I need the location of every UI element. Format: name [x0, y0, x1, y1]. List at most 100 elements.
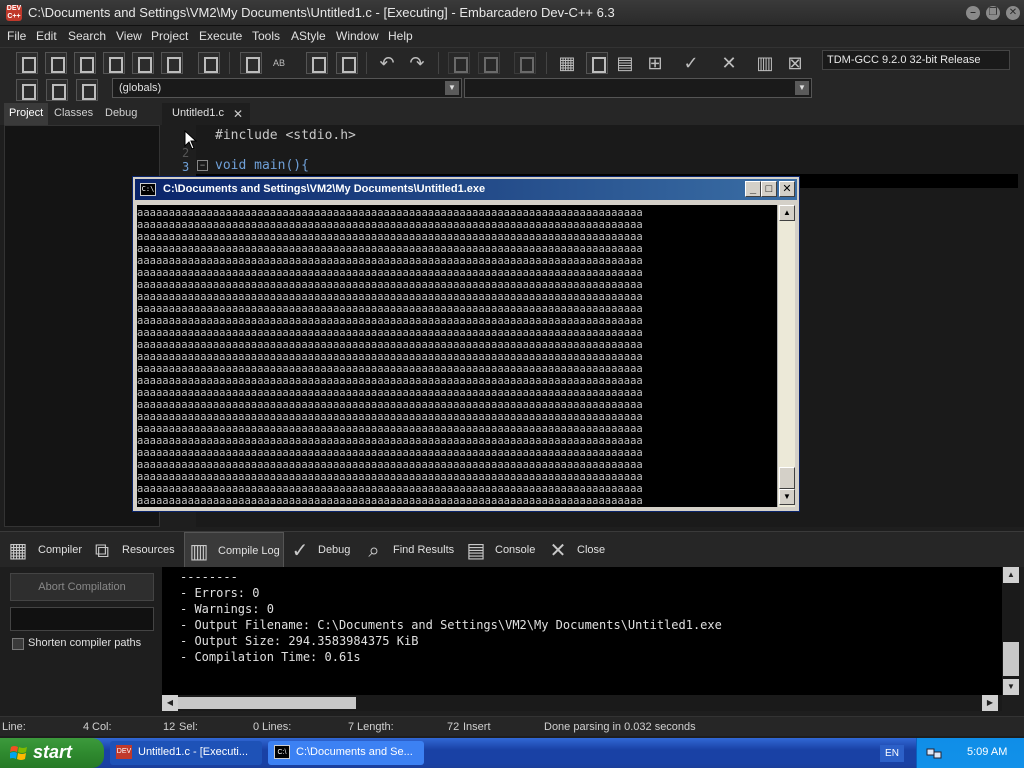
profile-icon[interactable]: ▥: [754, 52, 776, 74]
menu-view[interactable]: View: [116, 29, 142, 43]
scope-combo[interactable]: (globals) ▼: [112, 78, 462, 98]
tab-console[interactable]: ▤ Console: [462, 532, 540, 568]
menu-project[interactable]: Project: [151, 29, 188, 43]
redo-icon[interactable]: ↷: [406, 52, 428, 74]
grid-icon: ▦: [8, 540, 28, 562]
close-icon: ✕: [549, 540, 567, 562]
save-all-icon[interactable]: [103, 52, 125, 74]
taskbar-item-label: C:\Documents and Se...: [296, 746, 413, 758]
log-line: - Errors: 0: [180, 586, 260, 600]
fold-collapse-icon[interactable]: −: [197, 160, 208, 171]
tab-close-icon[interactable]: ✕: [233, 107, 243, 121]
taskbar-item-console[interactable]: C:\ C:\Documents and Se...: [268, 741, 424, 765]
status-col-value: 12: [163, 721, 176, 733]
replace-icon[interactable]: AB: [268, 52, 290, 74]
indent-icon[interactable]: [336, 52, 358, 74]
indent-left-icon[interactable]: [448, 52, 470, 74]
log-line: - Output Size: 294.3583984375 KiB: [180, 634, 419, 648]
tab-close-panel-label: Close: [577, 544, 606, 556]
network-icon[interactable]: [926, 746, 942, 760]
tab-debug[interactable]: Debug: [105, 107, 137, 119]
menu-window[interactable]: Window: [336, 29, 379, 43]
log-vertical-thumb[interactable]: [1003, 642, 1019, 676]
compile-icon[interactable]: ▦: [556, 52, 578, 74]
scope-combo-value: (globals): [119, 82, 162, 94]
close-all-icon[interactable]: [161, 52, 183, 74]
tab-compiler[interactable]: ▦ Compiler: [4, 532, 84, 568]
tab-project[interactable]: Project: [4, 103, 49, 125]
console-scroll-thumb[interactable]: [779, 467, 795, 489]
chevron-down-icon[interactable]: ▼: [445, 81, 459, 95]
console-output[interactable]: aaaaaaaaaaaaaaaaaaaaaaaaaaaaaaaaaaaaaaaa…: [137, 205, 777, 507]
start-label[interactable]: start: [33, 742, 72, 763]
log-horizontal-thumb[interactable]: [178, 697, 356, 709]
compile-log[interactable]: -------- - Errors: 0 - Warnings: 0 - Output…: [162, 567, 1002, 695]
console-scrollbar[interactable]: ▲ ▼: [777, 205, 795, 507]
chevron-down-icon[interactable]: ▼: [795, 81, 809, 95]
comment-icon[interactable]: [514, 52, 536, 74]
devcpp-app-icon[interactable]: DEV C++: [6, 5, 22, 21]
menu-search[interactable]: Search: [68, 29, 106, 43]
run-icon[interactable]: [586, 52, 608, 74]
restore-icon[interactable]: ❐: [986, 6, 1000, 20]
editor-tab-bar: [166, 103, 1024, 125]
menu-tools[interactable]: Tools: [252, 29, 280, 43]
function-combo[interactable]: ▼: [464, 78, 812, 98]
shorten-paths-label[interactable]: Shorten compiler paths: [28, 637, 141, 649]
bottom-panel-tabs: ▦ Compiler ⧉ Resources ▥ Compile Log ✓ D…: [0, 531, 1024, 568]
stop-execution-icon[interactable]: ✕: [718, 52, 740, 74]
save-icon[interactable]: [74, 52, 96, 74]
undo-icon[interactable]: ↶: [376, 52, 398, 74]
open-file-icon[interactable]: [45, 52, 67, 74]
menu-edit[interactable]: Edit: [36, 29, 57, 43]
tab-compile-log[interactable]: ▥ Compile Log: [184, 532, 284, 568]
language-indicator[interactable]: EN: [880, 745, 904, 762]
compiler-select[interactable]: TDM-GCC 9.2.0 32-bit Release: [822, 50, 1010, 70]
taskbar-item-devcpp[interactable]: DEV Untitled1.c - [Executi...: [110, 741, 262, 765]
menu-help[interactable]: Help: [388, 29, 413, 43]
scroll-down-icon[interactable]: ▼: [1003, 679, 1019, 695]
scroll-up-icon[interactable]: ▲: [779, 205, 795, 221]
close-file-icon[interactable]: [132, 52, 154, 74]
scroll-up-icon[interactable]: ▲: [1003, 567, 1019, 583]
tab-resources-label: Resources: [122, 544, 175, 556]
bookmarks-icon[interactable]: [76, 79, 98, 101]
new-file-icon[interactable]: [16, 52, 38, 74]
console-maximize-icon[interactable]: □: [761, 181, 777, 197]
find-icon[interactable]: [240, 52, 262, 74]
tab-resources[interactable]: ⧉ Resources: [88, 532, 182, 568]
log-line: - Warnings: 0: [180, 602, 274, 616]
indent-right-icon[interactable]: [478, 52, 500, 74]
rebuild-all-icon[interactable]: ⊞: [644, 52, 666, 74]
print-icon[interactable]: [198, 52, 220, 74]
console-minimize-icon[interactable]: _: [745, 181, 761, 197]
delete-profile-icon[interactable]: ⊠: [784, 52, 806, 74]
new-project-icon[interactable]: [16, 79, 38, 101]
bookmark-icon[interactable]: [46, 79, 68, 101]
console-title: C:\Documents and Settings\VM2\My Documen…: [163, 183, 486, 195]
scroll-left-icon[interactable]: ◀: [162, 695, 178, 711]
tab-debug-bottom[interactable]: ✓ Debug: [286, 532, 356, 568]
console-app-icon[interactable]: C:\: [140, 183, 156, 196]
menu-astyle[interactable]: AStyle: [291, 29, 326, 43]
minimize-icon[interactable]: –: [966, 6, 980, 20]
close-icon[interactable]: ✕: [1006, 6, 1020, 20]
menu-execute[interactable]: Execute: [199, 29, 242, 43]
tab-close-panel[interactable]: ✕ Close: [544, 532, 610, 568]
tab-classes[interactable]: Classes: [54, 107, 93, 119]
left-panel-tabs: Project Classes Debug: [0, 103, 162, 125]
log-vertical-scrollbar[interactable]: ▲ ▼: [1002, 567, 1020, 695]
log-horizontal-scrollbar[interactable]: ◀ ▶: [162, 695, 1002, 711]
mouse-cursor-icon: [184, 130, 198, 150]
shorten-paths-checkbox[interactable]: [12, 638, 24, 650]
scroll-down-icon[interactable]: ▼: [779, 489, 795, 505]
compile-run-icon[interactable]: ▤: [614, 52, 636, 74]
menu-file[interactable]: File: [7, 29, 26, 43]
console-close-icon[interactable]: ✕: [779, 181, 795, 197]
abort-compilation-button[interactable]: Abort Compilation: [10, 573, 154, 601]
check-syntax-icon[interactable]: ✓: [680, 52, 702, 74]
goto-line-icon[interactable]: [306, 52, 328, 74]
scroll-right-icon[interactable]: ▶: [982, 695, 998, 711]
compile-progress-bar: [10, 607, 154, 631]
tab-find-results[interactable]: ⌕ Find Results: [360, 532, 458, 568]
